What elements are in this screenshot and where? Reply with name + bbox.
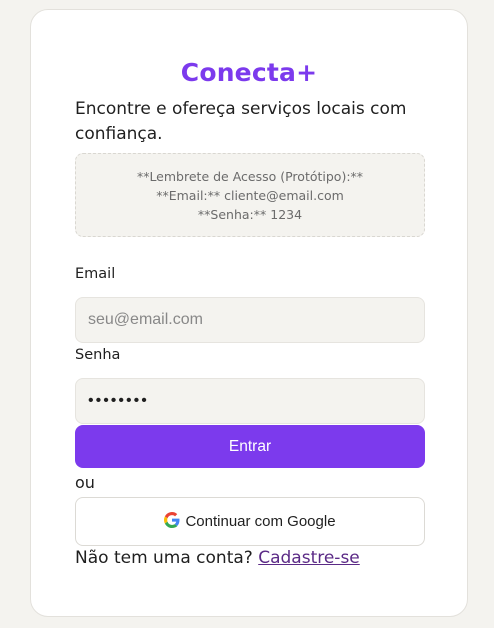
google-logo-icon <box>164 511 180 528</box>
google-login-button[interactable]: Continuar com Google <box>75 497 425 546</box>
reminder-email: **Email:** cliente@email.com <box>156 188 344 203</box>
signup-link[interactable]: Cadastre-se <box>258 548 360 568</box>
brand-title: Conecta+ <box>180 58 318 87</box>
email-label: Email <box>75 266 116 282</box>
signup-prompt: Não tem uma conta? <box>75 548 253 568</box>
reminder-password: **Senha:** 1234 <box>197 207 303 222</box>
login-card: Conecta+ Encontre e ofereça serviços loc… <box>30 9 468 617</box>
password-field[interactable] <box>75 378 425 424</box>
password-label: Senha <box>75 347 121 363</box>
reminder-title: **Lembrete de Acesso (Protótipo):** <box>136 169 364 184</box>
divider-text: ou <box>75 473 95 492</box>
tagline: Encontre e ofereça serviços locais com c… <box>75 99 407 144</box>
login-button[interactable]: Entrar <box>75 425 425 468</box>
access-reminder: **Lembrete de Acesso (Protótipo):** **Em… <box>75 153 425 237</box>
email-field[interactable] <box>75 297 425 343</box>
google-button-label: Continuar com Google <box>185 513 336 530</box>
signup-line: Não tem uma conta? Cadastre-se <box>75 548 360 568</box>
